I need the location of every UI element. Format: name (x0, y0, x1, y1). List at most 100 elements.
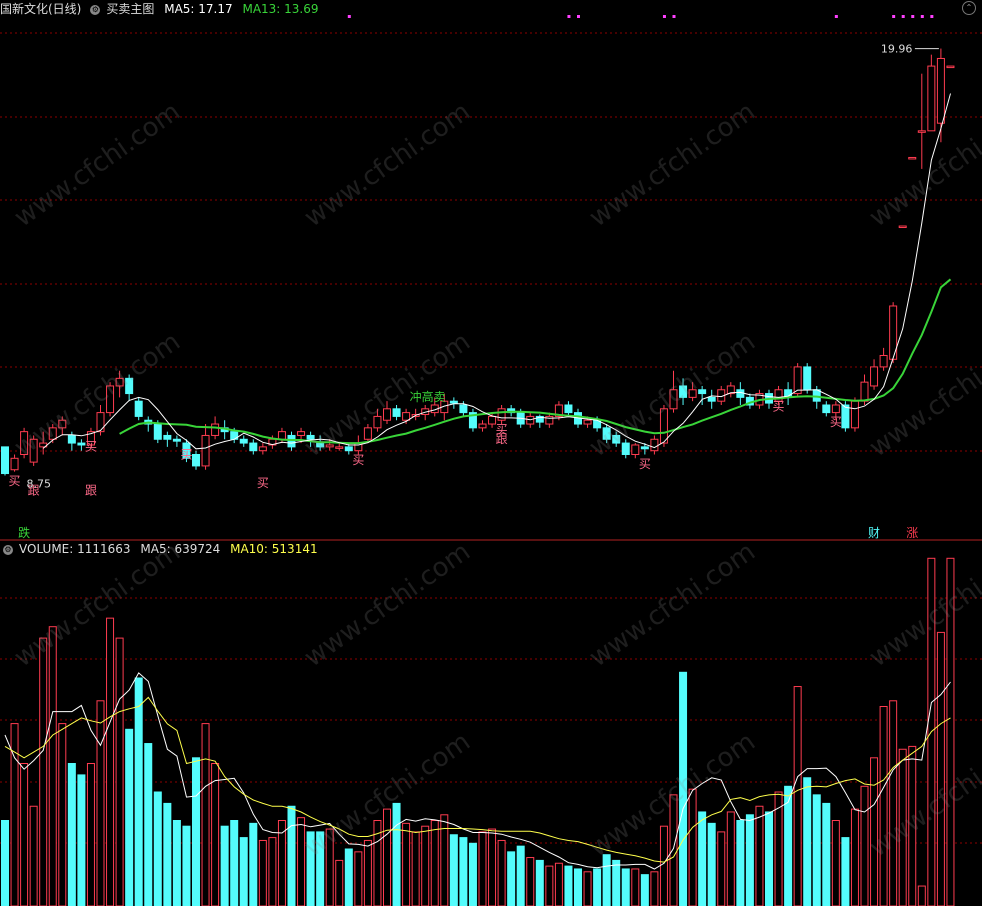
volume-bar (850, 808, 859, 906)
volume-bar (344, 848, 353, 906)
volume-bar (593, 868, 602, 906)
candle-body (879, 354, 888, 368)
candle-body (822, 404, 831, 414)
candle-body (134, 400, 143, 417)
volume-bar (726, 811, 735, 906)
candle-body (908, 156, 917, 160)
candle-body (898, 225, 907, 229)
volume-bar (736, 820, 745, 906)
low-price-label: 8.75 (27, 477, 52, 490)
volume-bar (268, 837, 277, 906)
signal-label: 跟 (496, 432, 508, 446)
volume-bar (325, 828, 334, 906)
volume-bar (936, 631, 945, 906)
volume-bar (640, 874, 649, 906)
candle-body (402, 412, 411, 421)
top-marker (672, 15, 676, 18)
candle-body (239, 438, 248, 444)
candle-body (803, 366, 812, 391)
volume-bar (287, 805, 296, 906)
volume-bar (755, 805, 764, 906)
candle-body (20, 431, 29, 455)
volume-bar (535, 859, 544, 906)
volume-bar (258, 839, 267, 906)
signal-label: 买 (639, 457, 651, 471)
volume-bar (220, 825, 229, 906)
candle-body (488, 415, 497, 425)
candle-body (363, 427, 372, 440)
volume-bar (106, 617, 115, 906)
volume-bar (172, 820, 181, 906)
candlestick-chart[interactable]: 买跟买跟买买买冲高卖买跟买买买19.968.75跌财涨 (0, 0, 982, 906)
candle-body (1, 446, 9, 475)
candle-body (67, 434, 76, 444)
candle-body (860, 381, 869, 402)
volume-bar (507, 851, 516, 906)
volume-bar (889, 700, 898, 906)
volume-bar (316, 831, 325, 906)
candle-body (736, 389, 745, 398)
candle-body (478, 423, 487, 429)
candle-body (927, 65, 936, 132)
volume-bar (659, 825, 668, 906)
candle-body (831, 404, 840, 414)
candle-body (449, 400, 458, 404)
volume-bar (822, 802, 831, 906)
top-marker (892, 15, 896, 18)
volume-bar (803, 777, 812, 906)
candle-body (936, 57, 945, 124)
volume-bar (488, 828, 497, 906)
candle-body (946, 65, 955, 69)
candle-body (96, 412, 105, 433)
volume-bar (182, 825, 191, 906)
volume-bar (860, 785, 869, 906)
volume-bar (688, 788, 697, 906)
candle-body (29, 438, 38, 463)
top-marker (567, 15, 571, 18)
volume-bar (917, 885, 926, 906)
top-marker (662, 15, 666, 18)
volume-bar (211, 763, 220, 906)
candle-body (698, 389, 707, 395)
candle-body (793, 366, 802, 395)
volume-bar (430, 820, 439, 906)
candle-body (383, 408, 391, 421)
signal-label: 买 (257, 476, 269, 490)
candle-body (631, 444, 640, 455)
volume-bar (48, 626, 57, 906)
volume-bar (841, 837, 850, 906)
candle-body (192, 453, 200, 467)
volume-bar (612, 859, 621, 906)
volume-bar (679, 671, 688, 906)
candle-body (335, 446, 344, 449)
volume-bar (421, 825, 430, 906)
signal-label: 冲高卖 (410, 389, 446, 404)
volume-bar (602, 854, 611, 906)
candle-body (621, 442, 630, 455)
volume-bar (125, 728, 134, 906)
volume-bar (249, 822, 258, 906)
candle-body (707, 396, 716, 402)
candle-body (58, 419, 67, 429)
volume-bar (134, 677, 143, 906)
volume-bar (831, 820, 840, 906)
candle-body (153, 423, 162, 440)
top-marker (920, 15, 924, 18)
volume-bar (478, 831, 487, 906)
candle-body (669, 389, 678, 410)
volume-bar (411, 831, 420, 906)
volume-bar (745, 814, 754, 906)
top-marker (577, 15, 580, 18)
volume-bar (793, 686, 802, 906)
volume-bar (58, 723, 67, 906)
candle-body (297, 431, 306, 436)
volume-bar (335, 859, 344, 906)
volume-bar (1, 820, 9, 906)
volume-bar (583, 871, 592, 906)
volume-bar (192, 757, 200, 906)
bottom-badge: 涨 (906, 525, 918, 540)
volume-bar (449, 834, 458, 906)
volume-bar (354, 851, 363, 906)
candle-body (344, 446, 353, 452)
candle-body (316, 442, 325, 448)
